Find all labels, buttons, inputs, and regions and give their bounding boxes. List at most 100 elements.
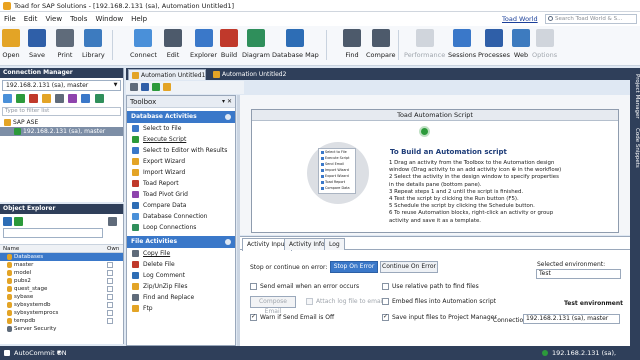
activity-compare-data[interactable]: Compare Data xyxy=(127,200,235,211)
database-row[interactable]: sybase xyxy=(0,293,123,301)
schedule-icon[interactable] xyxy=(163,83,171,91)
menu-help[interactable]: Help xyxy=(128,12,150,26)
chevron-down-icon[interactable]: ▼ xyxy=(57,346,61,360)
row-checkbox[interactable] xyxy=(107,302,113,308)
start-node-icon[interactable] xyxy=(419,126,430,137)
edit-connection-icon[interactable] xyxy=(42,94,52,103)
connect-button[interactable]: Connect xyxy=(130,28,157,59)
column-owner[interactable]: Own xyxy=(107,245,119,253)
processes-button[interactable]: Processes xyxy=(478,28,510,59)
refresh-icon[interactable] xyxy=(3,217,12,226)
row-checkbox[interactable] xyxy=(107,278,113,284)
project-manager-tab[interactable]: Project Manager xyxy=(631,74,640,119)
performance-button[interactable]: Performance xyxy=(404,28,445,59)
toolbox-section-file-activities[interactable]: File Activities xyxy=(127,236,235,248)
connect-icon[interactable] xyxy=(16,94,26,103)
activity-zip-unzip-files[interactable]: Zip/UnZip Files xyxy=(127,281,235,292)
database-row[interactable]: sybsystemprocs xyxy=(0,309,123,317)
activity-loop-connections[interactable]: Loop Connections xyxy=(127,222,235,233)
column-name[interactable]: Name xyxy=(3,245,19,253)
attach-log-checkbox[interactable] xyxy=(306,298,313,305)
embed-files-checkbox[interactable] xyxy=(382,298,389,305)
server-security-node[interactable]: Server Security xyxy=(0,325,123,333)
activity-log-comment[interactable]: Log Comment xyxy=(127,270,235,281)
find-button[interactable]: Find xyxy=(343,28,361,59)
run-icon[interactable] xyxy=(152,83,160,91)
tab-automation-untitled2[interactable]: Automation Untitled2 xyxy=(210,69,292,80)
menu-edit[interactable]: Edit xyxy=(21,12,41,26)
activity-database-connection[interactable]: Database Connection xyxy=(127,211,235,222)
grid-icon[interactable] xyxy=(130,83,138,91)
activity-toad-report[interactable]: Toad Report xyxy=(127,178,235,189)
export-icon[interactable] xyxy=(94,94,104,103)
delete-connection-icon[interactable] xyxy=(55,94,65,103)
save-button[interactable]: Save xyxy=(28,28,46,59)
disconnect-icon[interactable] xyxy=(29,94,39,103)
group-icon[interactable] xyxy=(68,94,78,103)
build-button[interactable]: Build xyxy=(220,28,238,59)
activity-export-wizard[interactable]: Export Wizard xyxy=(127,156,235,167)
tab-activity-info[interactable]: Activity Info xyxy=(284,238,330,250)
database-row[interactable]: model xyxy=(0,269,123,277)
diagram-button[interactable]: Diagram xyxy=(242,28,270,59)
print-button[interactable]: Print xyxy=(56,28,74,59)
row-checkbox[interactable] xyxy=(107,310,113,316)
activity-select-to-editor-with-results[interactable]: Select to Editor with Results xyxy=(127,145,235,156)
code-snippets-tab[interactable]: Code Snippets xyxy=(631,128,640,168)
activity-select-to-file[interactable]: Select to File xyxy=(127,123,235,134)
tree-node-sap-ase[interactable]: SAP ASE xyxy=(0,118,123,127)
open-button[interactable]: Open xyxy=(2,28,20,59)
database-row[interactable]: pubs2 xyxy=(0,277,123,285)
row-checkbox[interactable] xyxy=(107,318,113,324)
filter-icon[interactable] xyxy=(14,217,23,226)
compose-email-button[interactable]: Compose Email xyxy=(250,296,296,315)
selected-environment-field[interactable]: Test xyxy=(536,269,621,279)
automation-script-container[interactable]: Toad Automation Script Select to File Exe… xyxy=(251,109,619,233)
options-button[interactable]: Options xyxy=(532,28,557,59)
edit-button[interactable]: Edit xyxy=(164,28,182,59)
save-input-files-checkbox[interactable] xyxy=(382,313,389,321)
import-icon[interactable] xyxy=(81,94,91,103)
tab-log[interactable]: Log xyxy=(324,238,345,250)
activity-execute-script[interactable]: Execute Script xyxy=(127,134,235,145)
toad-world-link[interactable]: Toad World xyxy=(502,12,538,26)
activity-import-wizard[interactable]: Import Wizard xyxy=(127,167,235,178)
database-row[interactable]: sybsystemdb xyxy=(0,301,123,309)
menu-view[interactable]: View xyxy=(42,12,65,26)
menu-tools[interactable]: Tools xyxy=(67,12,90,26)
explorer-button[interactable]: Explorer xyxy=(190,28,217,59)
stop-on-error-button[interactable]: Stop On Error xyxy=(330,261,378,273)
tab-automation-untitled1[interactable]: Automation Untitled1 xyxy=(128,69,206,80)
toolbox-section-database-activities[interactable]: Database Activities xyxy=(127,111,235,123)
collapse-icon[interactable] xyxy=(225,239,231,245)
continue-on-error-button[interactable]: Continue On Error xyxy=(380,261,438,273)
activity-toad-pivot-grid[interactable]: Toad Pivot Grid xyxy=(127,189,235,200)
collapse-icon[interactable] xyxy=(225,114,231,120)
web-button[interactable]: Web xyxy=(512,28,530,59)
activity-copy-file[interactable]: Copy File xyxy=(127,248,235,259)
connection-field[interactable]: 192.168.2.131 (sa), master xyxy=(523,314,620,324)
row-checkbox[interactable] xyxy=(107,294,113,300)
filter-input[interactable]: Type to filter list xyxy=(2,107,121,116)
database-row[interactable]: tempdb xyxy=(0,317,123,325)
warn-email-off-checkbox[interactable] xyxy=(250,313,257,321)
relative-path-checkbox[interactable] xyxy=(382,283,389,290)
row-checkbox[interactable] xyxy=(107,286,113,292)
database-row[interactable]: quest_stage xyxy=(0,285,123,293)
activity-ftp[interactable]: Ftp xyxy=(127,303,235,314)
database-map-button[interactable]: Database Map xyxy=(272,28,319,59)
object-type-select[interactable] xyxy=(3,228,103,238)
activity-find-and-replace[interactable]: Find and Replace xyxy=(127,292,235,303)
view-options-icon[interactable] xyxy=(108,217,117,226)
menu-file[interactable]: File xyxy=(1,12,19,26)
sessions-button[interactable]: Sessions xyxy=(448,28,476,59)
activity-delete-file[interactable]: Delete File xyxy=(127,259,235,270)
databases-node[interactable]: Databases xyxy=(0,253,123,261)
search-toad-world-input[interactable]: Search Toad World & S... xyxy=(545,14,637,24)
database-row[interactable]: master xyxy=(0,261,123,269)
pin-icon[interactable]: ▾ ✕ xyxy=(222,96,232,108)
tree-node-connection[interactable]: 192.168.2.131 (sa), master xyxy=(0,127,123,136)
save-script-icon[interactable] xyxy=(141,83,149,91)
send-email-checkbox[interactable] xyxy=(250,283,257,290)
library-button[interactable]: Library xyxy=(82,28,105,59)
